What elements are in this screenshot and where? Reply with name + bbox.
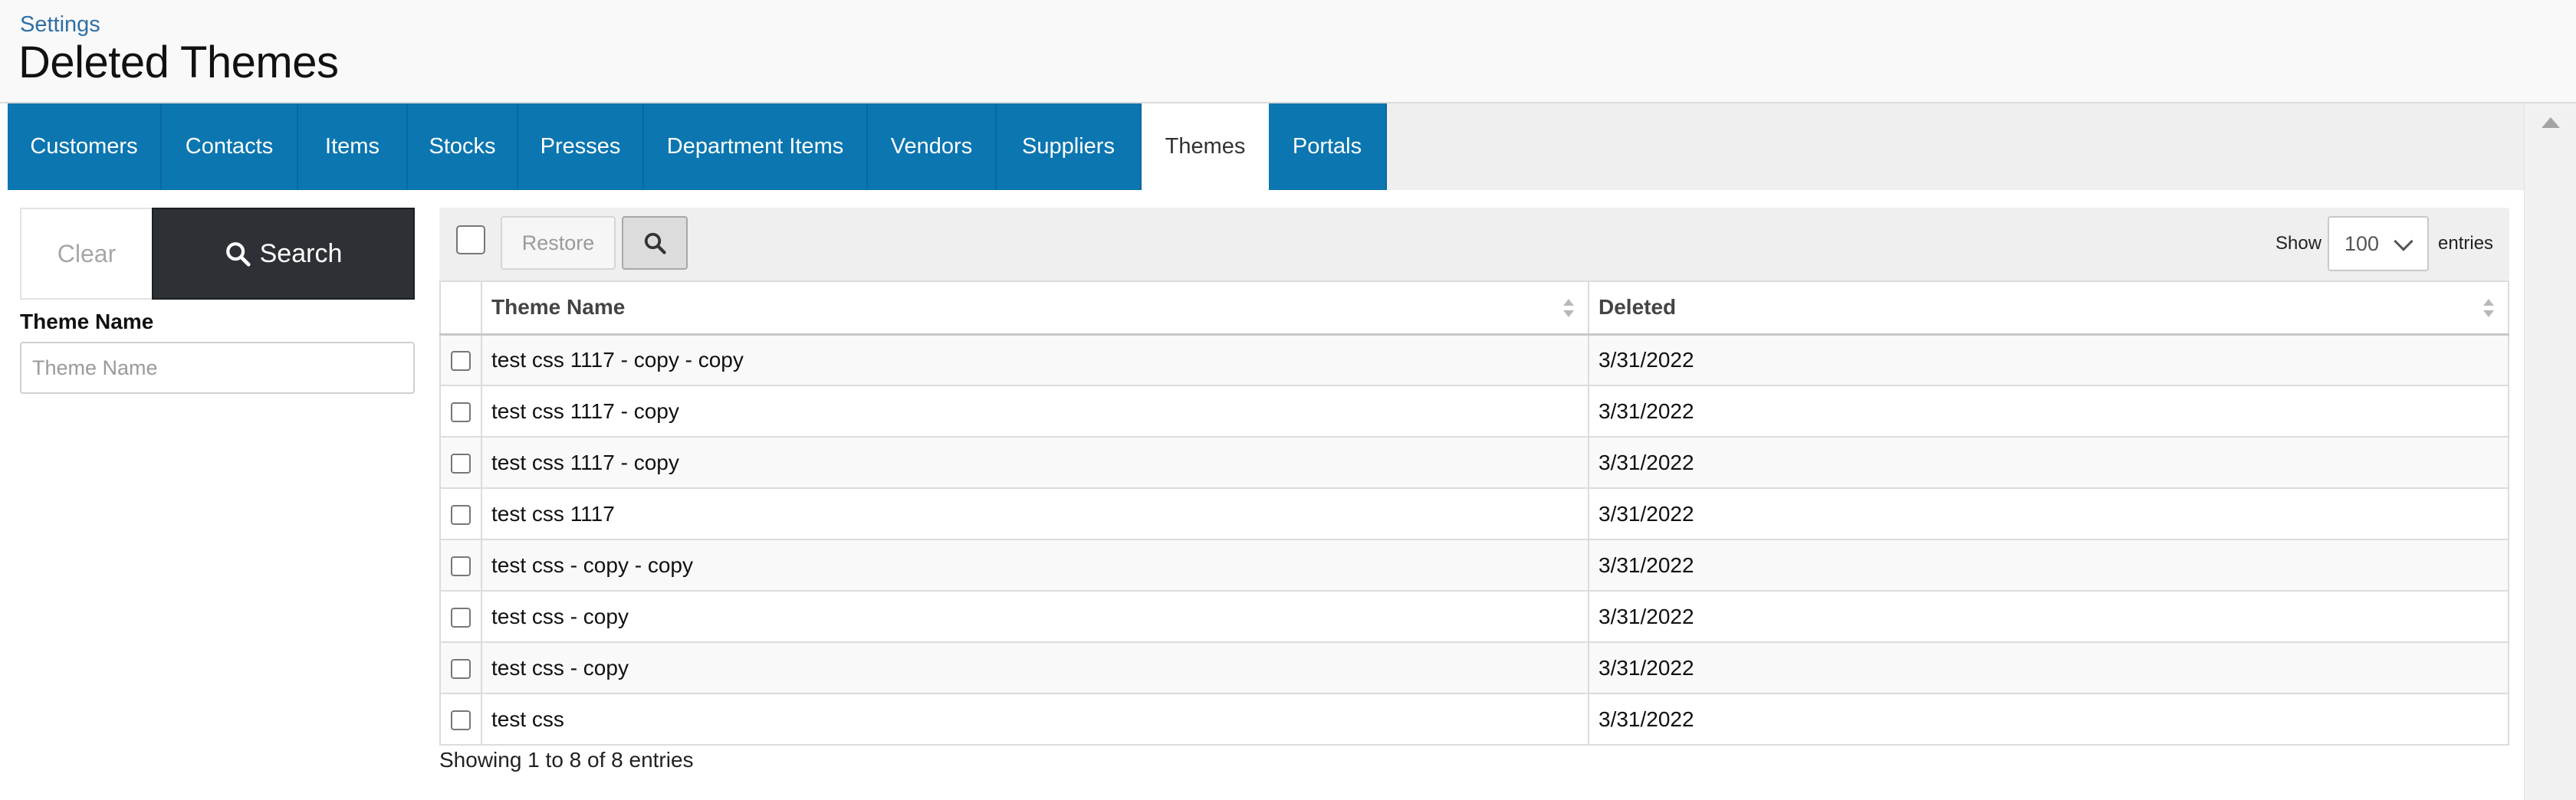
theme-name-cell: test css - copy (481, 590, 1589, 643)
search-button[interactable]: Search (152, 208, 415, 300)
deleted-date-cell: 3/31/2022 (1588, 590, 2509, 643)
theme-name-cell: test css 1117 - copy - copy (481, 333, 1589, 386)
tab-items[interactable]: Items (298, 103, 408, 190)
theme-name-cell: test css 1117 - copy (481, 436, 1589, 489)
deleted-date-cell: 3/31/2022 (1588, 385, 2509, 438)
page-header: Settings Deleted Themes (0, 0, 2576, 103)
deleted-date-cell: 3/31/2022 (1588, 539, 2509, 592)
tab-suppliers[interactable]: Suppliers (997, 103, 1142, 190)
tab-vendors[interactable]: Vendors (868, 103, 997, 190)
show-label: Show (2275, 233, 2322, 254)
row-checkbox-cell (439, 693, 482, 746)
tab-customers[interactable]: Customers (8, 103, 162, 190)
theme-name-label: Theme Name (20, 310, 154, 333)
clear-button[interactable]: Clear (20, 208, 152, 300)
row-checkbox[interactable] (451, 454, 471, 474)
scroll-up-arrow-icon[interactable] (2542, 117, 2560, 128)
select-all-checkbox[interactable] (456, 225, 485, 254)
tab-stocks[interactable]: Stocks (408, 103, 518, 190)
table-row[interactable]: test css 1117 - copy - copy 3/31/2022 (439, 333, 2509, 386)
column-header-label: Theme Name (491, 295, 626, 320)
theme-name-cell: test css - copy - copy (481, 539, 1589, 592)
table-row[interactable]: test css 1117 - copy 3/31/2022 (439, 436, 2509, 489)
column-header-theme-name[interactable]: Theme Name (481, 280, 1589, 336)
row-checkbox[interactable] (451, 710, 471, 731)
deleted-date-cell: 3/31/2022 (1588, 333, 2509, 386)
tab-themes[interactable]: Themes (1142, 103, 1269, 190)
column-header-deleted[interactable]: Deleted (1588, 280, 2509, 336)
table-toolbar: Restore Show 100 entries (439, 208, 2509, 280)
deleted-date-cell: 3/31/2022 (1588, 641, 2509, 694)
table-row[interactable]: test css - copy 3/31/2022 (439, 590, 2509, 643)
table-row[interactable]: test css - copy 3/31/2022 (439, 641, 2509, 694)
sort-icon (1563, 299, 1574, 317)
toolbar-search-button[interactable] (622, 216, 688, 270)
table-info: Showing 1 to 8 of 8 entries (439, 748, 694, 772)
row-checkbox-cell (439, 436, 482, 489)
column-header-label: Deleted (1598, 295, 1677, 320)
table-row[interactable]: test css 1117 - copy 3/31/2022 (439, 385, 2509, 438)
entries-select-value: 100 (2344, 231, 2380, 255)
theme-name-cell: test css 1117 (481, 487, 1589, 540)
search-button-label: Search (259, 238, 343, 268)
row-checkbox[interactable] (451, 505, 471, 526)
row-checkbox-cell (439, 333, 482, 386)
row-checkbox[interactable] (451, 351, 471, 372)
deleted-themes-table: Theme Name Deleted test css 1117 - copy … (439, 280, 2509, 746)
row-checkbox[interactable] (451, 402, 471, 423)
table-row[interactable]: test css 3/31/2022 (439, 693, 2509, 746)
tab-bar: Customers Contacts Items Stocks Presses … (8, 103, 2524, 190)
tab-portals[interactable]: Portals (1269, 103, 1387, 190)
restore-button[interactable]: Restore (501, 216, 616, 270)
theme-name-cell: test css 1117 - copy (481, 385, 1589, 438)
theme-name-cell: test css (481, 693, 1589, 746)
deleted-date-cell: 3/31/2022 (1588, 436, 2509, 489)
row-checkbox[interactable] (451, 608, 471, 628)
header-checkbox-cell (439, 280, 482, 336)
table-header-row: Theme Name Deleted (439, 280, 2509, 336)
theme-name-cell: test css - copy (481, 641, 1589, 694)
table-row[interactable]: test css - copy - copy 3/31/2022 (439, 539, 2509, 592)
breadcrumb-settings-link[interactable]: Settings (20, 12, 100, 38)
search-icon (644, 232, 666, 254)
row-checkbox-cell (439, 590, 482, 643)
search-icon (225, 242, 251, 267)
row-checkbox-cell (439, 539, 482, 592)
tabs: Customers Contacts Items Stocks Presses … (8, 103, 2524, 190)
deleted-date-cell: 3/31/2022 (1588, 693, 2509, 746)
table-row[interactable]: test css 1117 3/31/2022 (439, 487, 2509, 540)
theme-name-input[interactable] (20, 342, 415, 394)
entries-per-page-select[interactable]: 100 (2328, 216, 2429, 271)
entries-label: entries (2438, 233, 2494, 254)
row-checkbox[interactable] (451, 659, 471, 680)
tab-department-items[interactable]: Department Items (644, 103, 868, 190)
row-checkbox-cell (439, 385, 482, 438)
tab-contacts[interactable]: Contacts (162, 103, 298, 190)
page-title: Deleted Themes (18, 38, 339, 87)
row-checkbox-cell (439, 641, 482, 694)
chevron-down-icon (2394, 231, 2413, 251)
tab-presses[interactable]: Presses (518, 103, 644, 190)
deleted-date-cell: 3/31/2022 (1588, 487, 2509, 540)
sort-icon (2483, 299, 2494, 317)
page-scrollbar[interactable] (2524, 103, 2576, 800)
row-checkbox-cell (439, 487, 482, 540)
row-checkbox[interactable] (451, 556, 471, 577)
